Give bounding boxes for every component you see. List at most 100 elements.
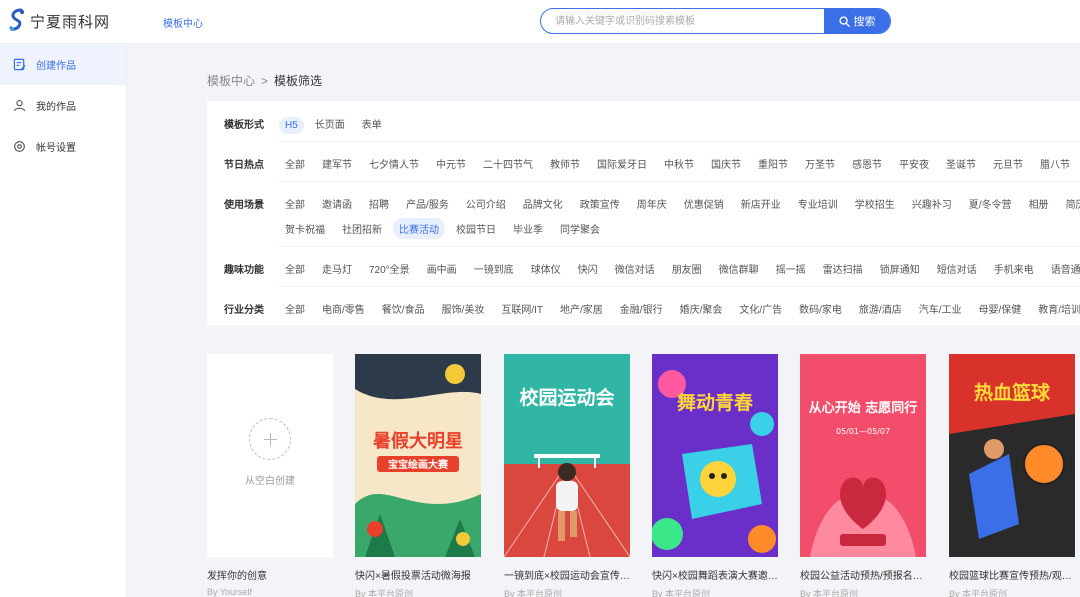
filter-option[interactable]: 七夕情人节 bbox=[363, 153, 425, 174]
filter-option[interactable]: 招聘 bbox=[363, 193, 395, 214]
filter-option[interactable]: 平安夜 bbox=[893, 153, 935, 174]
sidebar-item-create[interactable]: 创建作品 bbox=[0, 44, 126, 85]
sidebar-item-account-settings[interactable]: 帐号设置 bbox=[0, 126, 126, 167]
sidebar: 创建作品 我的作品 帐号设置 bbox=[0, 44, 127, 597]
filter-option[interactable]: 短信对话 bbox=[931, 258, 983, 279]
filter-option[interactable]: 金融/银行 bbox=[614, 298, 669, 319]
filter-option[interactable]: 比赛活动 bbox=[393, 218, 445, 239]
filter-option[interactable]: 新店开业 bbox=[735, 193, 787, 214]
filter-option[interactable]: 优惠促销 bbox=[678, 193, 730, 214]
filter-option[interactable]: 夏/冬令营 bbox=[963, 193, 1018, 214]
logo[interactable]: 宁夏雨科网 bbox=[8, 8, 110, 34]
filter-option[interactable]: 表单 bbox=[356, 113, 388, 134]
card-title[interactable]: 快闪×校园舞蹈表演大赛邀… bbox=[652, 567, 778, 582]
filter-option[interactable]: 校园节日 bbox=[450, 218, 502, 239]
search-icon bbox=[838, 15, 850, 27]
template-thumbnail[interactable]: 热血篮球 bbox=[949, 354, 1075, 557]
template-card[interactable]: 从心开始 志愿同行 05/01—05/07 校园公益活动预热/预报名… By 本… bbox=[800, 354, 926, 597]
search-button[interactable]: 搜索 bbox=[824, 9, 890, 33]
filter-option[interactable]: 学校招生 bbox=[849, 193, 901, 214]
filter-option[interactable]: 母婴/保健 bbox=[972, 298, 1027, 319]
breadcrumb-root[interactable]: 模板中心 bbox=[207, 72, 255, 89]
filter-option[interactable]: 长页面 bbox=[309, 113, 351, 134]
template-thumbnail[interactable]: 从心开始 志愿同行 05/01—05/07 bbox=[800, 354, 926, 557]
filter-option[interactable]: 语音通话 bbox=[1045, 258, 1080, 279]
filter-option[interactable]: 婚庆/聚会 bbox=[674, 298, 729, 319]
nav-template-center[interactable]: 模板中心 bbox=[163, 15, 203, 30]
filter-option[interactable]: 雷达扫描 bbox=[817, 258, 869, 279]
filter-option[interactable]: 餐饮/食品 bbox=[376, 298, 431, 319]
filter-option[interactable]: 二十四节气 bbox=[477, 153, 539, 174]
filter-option[interactable]: 社团招新 bbox=[336, 218, 388, 239]
filter-option[interactable]: 微信对话 bbox=[609, 258, 661, 279]
search-input[interactable] bbox=[541, 9, 824, 33]
template-thumbnail[interactable]: 舞动青春 bbox=[652, 354, 778, 557]
filter-option[interactable]: 邀请函 bbox=[316, 193, 358, 214]
filter-option[interactable]: 朋友圈 bbox=[666, 258, 708, 279]
filter-option[interactable]: 汽车/工业 bbox=[913, 298, 968, 319]
filter-option[interactable]: 锁屏通知 bbox=[874, 258, 926, 279]
filter-option[interactable]: 720°全景 bbox=[363, 258, 416, 279]
filter-option[interactable]: 中秋节 bbox=[658, 153, 700, 174]
filter-option[interactable]: 文化/广告 bbox=[733, 298, 788, 319]
filter-option[interactable]: 简历 bbox=[1060, 193, 1080, 214]
filter-option[interactable]: 电商/零售 bbox=[316, 298, 371, 319]
filter-option[interactable]: 兴趣补习 bbox=[906, 193, 958, 214]
filter-option[interactable]: 品牌文化 bbox=[517, 193, 569, 214]
filter-option[interactable]: 手机来电 bbox=[988, 258, 1040, 279]
template-card[interactable]: 暑假大明星 宝宝绘画大赛 快闪×暑假投票活动微海报 By 本平台原创 bbox=[355, 354, 481, 597]
filter-option[interactable]: 产品/服务 bbox=[400, 193, 455, 214]
filter-option[interactable]: 全部 bbox=[279, 193, 311, 214]
card-title[interactable]: 快闪×暑假投票活动微海报 bbox=[355, 567, 481, 582]
filter-option[interactable]: 全部 bbox=[279, 298, 311, 319]
filter-option[interactable]: 专业培训 bbox=[792, 193, 844, 214]
filter-option[interactable]: 重阳节 bbox=[752, 153, 794, 174]
filter-option[interactable]: 政策宣传 bbox=[574, 193, 626, 214]
filter-option[interactable]: 中元节 bbox=[430, 153, 472, 174]
filter-option[interactable]: 服饰/美妆 bbox=[436, 298, 491, 319]
filter-option[interactable]: 万圣节 bbox=[799, 153, 841, 174]
card-title[interactable]: 校园公益活动预热/预报名… bbox=[800, 567, 926, 582]
card-title[interactable]: 校园篮球比赛宣传预热/观… bbox=[949, 567, 1075, 582]
filter-option[interactable]: 数码/家电 bbox=[793, 298, 848, 319]
filter-option[interactable]: 教师节 bbox=[544, 153, 586, 174]
filter-option[interactable]: 感恩节 bbox=[846, 153, 888, 174]
filter-option[interactable]: 全部 bbox=[279, 153, 311, 174]
template-thumbnail[interactable]: 暑假大明星 宝宝绘画大赛 bbox=[355, 354, 481, 557]
filter-option[interactable]: 旅游/酒店 bbox=[853, 298, 908, 319]
filter-option[interactable]: 教育/培训 bbox=[1032, 298, 1080, 319]
card-title[interactable]: 一镜到底×校园运动会宣传… bbox=[504, 567, 630, 582]
filter-option[interactable]: 地产/家居 bbox=[554, 298, 609, 319]
template-card[interactable]: 舞动青春 快闪×校园舞蹈表演大赛邀… By 本平台原创 bbox=[652, 354, 778, 597]
filter-option[interactable]: 全部 bbox=[279, 258, 311, 279]
filter-option[interactable]: 建军节 bbox=[316, 153, 358, 174]
filter-option[interactable]: 一镜到底 bbox=[468, 258, 520, 279]
sidebar-item-my-works[interactable]: 我的作品 bbox=[0, 85, 126, 126]
filter-option[interactable]: H5 bbox=[279, 117, 304, 134]
filter-option[interactable]: 圣诞节 bbox=[940, 153, 982, 174]
filter-option[interactable]: 快闪 bbox=[572, 258, 604, 279]
blank-create-card[interactable]: 从空白创建 bbox=[207, 354, 333, 557]
filter-option[interactable]: 国际爱牙日 bbox=[591, 153, 653, 174]
filter-option[interactable]: 画中画 bbox=[421, 258, 463, 279]
poster-title: 校园运动会 bbox=[519, 386, 614, 409]
filter-option[interactable]: 毕业季 bbox=[507, 218, 549, 239]
filter-option[interactable]: 元旦节 bbox=[987, 153, 1029, 174]
filter-option[interactable]: 周年庆 bbox=[631, 193, 673, 214]
filter-option[interactable]: 贺卡祝福 bbox=[279, 218, 331, 239]
template-card[interactable]: 校园运动会 一镜到底×校园运动会宣传… By 本平台原创 bbox=[504, 354, 630, 597]
filter-option[interactable]: 摇一摇 bbox=[770, 258, 812, 279]
sidebar-item-label: 帐号设置 bbox=[36, 143, 76, 154]
filter-option[interactable]: 互联网/IT bbox=[495, 298, 549, 319]
template-thumbnail[interactable]: 校园运动会 bbox=[504, 354, 630, 557]
filter-option[interactable]: 走马灯 bbox=[316, 258, 358, 279]
template-card[interactable]: 热血篮球 校园篮球比赛宣传预热/观… By 本平台原创 bbox=[949, 354, 1075, 597]
filter-option[interactable]: 同学聚会 bbox=[554, 218, 606, 239]
filter-option[interactable]: 腊八节 bbox=[1034, 153, 1076, 174]
sidebar-item-label: 我的作品 bbox=[36, 102, 76, 113]
filter-option[interactable]: 公司介绍 bbox=[460, 193, 512, 214]
filter-option[interactable]: 球体仪 bbox=[525, 258, 567, 279]
filter-option[interactable]: 国庆节 bbox=[705, 153, 747, 174]
filter-option[interactable]: 微信群聊 bbox=[713, 258, 765, 279]
filter-option[interactable]: 相册 bbox=[1023, 193, 1055, 214]
